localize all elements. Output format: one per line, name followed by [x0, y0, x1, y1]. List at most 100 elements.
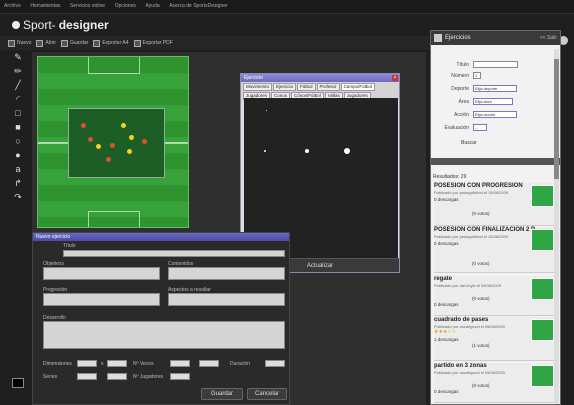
- exercise-card[interactable]: partido en 3 zonas Publicado por uscdrig…: [434, 363, 554, 403]
- filter-number-input[interactable]: 1: [473, 72, 481, 79]
- scrollbar-thumb[interactable]: [554, 59, 559, 179]
- tab-futbol[interactable]: Fútbol: [297, 83, 316, 91]
- exit-button[interactable]: << Salir: [540, 35, 557, 41]
- filter-area-label: Área: [458, 99, 469, 105]
- reps-unit-select[interactable]: [199, 360, 219, 367]
- tab-profesor[interactable]: Profesor: [316, 83, 340, 91]
- exercise-card[interactable]: POSESION CON PROGRESION Publicado por pe…: [434, 183, 554, 226]
- menu-archivo[interactable]: Archivo: [0, 0, 25, 12]
- card-thumbnail[interactable]: [531, 278, 554, 300]
- filter-title-input[interactable]: [473, 61, 518, 68]
- close-icon[interactable]: ×: [392, 75, 398, 81]
- save-toolbar-button[interactable]: Guardar: [61, 39, 88, 47]
- players-select[interactable]: [170, 373, 190, 380]
- logo-icon: [12, 21, 20, 29]
- menu-herramientas[interactable]: Herramientas: [26, 0, 64, 12]
- open-button[interactable]: Abrir: [36, 39, 56, 47]
- panel-header: Ejercicios << Salir: [431, 31, 560, 45]
- filter-sport-select[interactable]: Elija deporte: [473, 85, 517, 92]
- filter-evaluation-select[interactable]: --: [473, 124, 487, 131]
- ball-small[interactable]: [264, 150, 266, 152]
- color-swatch[interactable]: [12, 378, 24, 388]
- player-yellow[interactable]: [121, 123, 126, 128]
- card-downloads: 0 descargas: [434, 301, 459, 307]
- new-label: Nuevo: [17, 40, 32, 46]
- tab-movimiento[interactable]: Movimiento: [243, 83, 273, 91]
- series-label: Series: [43, 374, 58, 380]
- player-red[interactable]: [88, 137, 93, 142]
- dimension-y-field[interactable]: [107, 360, 127, 367]
- pencil-icon[interactable]: ✏: [13, 66, 23, 76]
- return-arrow-icon[interactable]: ↷: [13, 192, 23, 202]
- card-thumbnail[interactable]: [531, 185, 554, 207]
- player-red[interactable]: [142, 139, 147, 144]
- players-label: Nº Jugadores: [133, 374, 164, 380]
- series-select[interactable]: [77, 373, 97, 380]
- objectives-field[interactable]: [43, 267, 160, 280]
- card-votes: (0 votos): [472, 261, 490, 266]
- player-red[interactable]: [106, 157, 111, 162]
- filter-evaluation-label: Evaluación: [444, 125, 469, 131]
- search-button[interactable]: Buscar: [461, 140, 477, 146]
- arrow-curve-icon[interactable]: ↱: [13, 178, 23, 188]
- card-thumbnail[interactable]: [531, 365, 554, 387]
- card-votes: (0 votos): [472, 211, 490, 216]
- panel-title: Ejercicios: [445, 35, 471, 41]
- text-icon[interactable]: a: [13, 164, 23, 174]
- development-field[interactable]: [43, 321, 285, 349]
- ball-large[interactable]: [344, 148, 350, 154]
- logo-text-1: Sport-: [23, 18, 56, 32]
- export-pdf-button[interactable]: Exportar PDF: [133, 39, 173, 47]
- filter-action-select[interactable]: Elija acción: [473, 111, 517, 118]
- rectangle-icon[interactable]: □: [13, 108, 23, 118]
- exercise-card[interactable]: cuadrado de pases Publicado por uscdrige…: [434, 317, 554, 361]
- player-red[interactable]: [110, 143, 115, 148]
- player-yellow[interactable]: [129, 135, 134, 140]
- menu-opciones[interactable]: Opciones: [111, 0, 140, 12]
- card-thumbnail[interactable]: [531, 229, 554, 251]
- progression-field[interactable]: [43, 293, 160, 306]
- title-field[interactable]: [63, 250, 285, 257]
- filter-title-label: Título: [456, 62, 469, 68]
- menu-ayuda[interactable]: Ayuda: [142, 0, 164, 12]
- soccer-field[interactable]: [37, 56, 189, 228]
- aspects-field[interactable]: [168, 293, 285, 306]
- player-red[interactable]: [81, 123, 86, 128]
- menu-servicios[interactable]: Servicios online: [66, 0, 109, 12]
- exercise-zone[interactable]: [68, 108, 165, 178]
- filter-sport-label: Deporte: [451, 86, 469, 92]
- filter-area-select[interactable]: Elija área: [473, 98, 513, 105]
- tab-ejercicio[interactable]: Ejercicio: [273, 83, 297, 91]
- save-button[interactable]: Guardar: [201, 388, 243, 400]
- export-a4-button[interactable]: Exportar A4: [93, 39, 129, 47]
- contents-field[interactable]: [168, 267, 285, 280]
- dimension-x-field[interactable]: [77, 360, 97, 367]
- logo-text-2: designer: [58, 18, 109, 32]
- card-thumbnail[interactable]: [531, 319, 554, 341]
- curve-icon[interactable]: ◜: [13, 94, 23, 104]
- marker-icon[interactable]: ✎: [13, 52, 23, 62]
- reps-field[interactable]: [170, 360, 190, 367]
- line-icon[interactable]: ╱: [13, 80, 23, 90]
- folder-icon: [36, 39, 44, 47]
- cancel-button[interactable]: Cancelar: [247, 388, 287, 400]
- filled-rect-icon[interactable]: ■: [13, 122, 23, 132]
- tab-campo-futbol[interactable]: Campo/Fútbol: [340, 83, 375, 91]
- ball-medium[interactable]: [305, 149, 309, 153]
- series-unit-select[interactable]: [107, 373, 127, 380]
- player-yellow[interactable]: [127, 149, 132, 154]
- exercises-icon: [434, 34, 442, 42]
- exercise-card[interactable]: POSESION CON FINALIZACION 2 P Publicado …: [434, 227, 554, 273]
- filled-circle-icon[interactable]: ●: [13, 150, 23, 160]
- ball-tiny[interactable]: [266, 110, 267, 111]
- menu-acerca[interactable]: Acerca de SportsDesigner: [165, 0, 231, 12]
- duration-select[interactable]: [265, 360, 285, 367]
- panel-scrollbar[interactable]: [554, 49, 559, 404]
- pdf-icon: [133, 39, 141, 47]
- exercise-card[interactable]: regate Publicado por alel-toyle el 09/06…: [434, 276, 554, 316]
- new-button[interactable]: Nuevo: [8, 39, 32, 47]
- player-yellow[interactable]: [96, 144, 101, 149]
- filter-action-label: Acción: [453, 112, 469, 118]
- card-votes: (1 votos): [472, 343, 490, 348]
- circle-icon[interactable]: ○: [13, 136, 23, 146]
